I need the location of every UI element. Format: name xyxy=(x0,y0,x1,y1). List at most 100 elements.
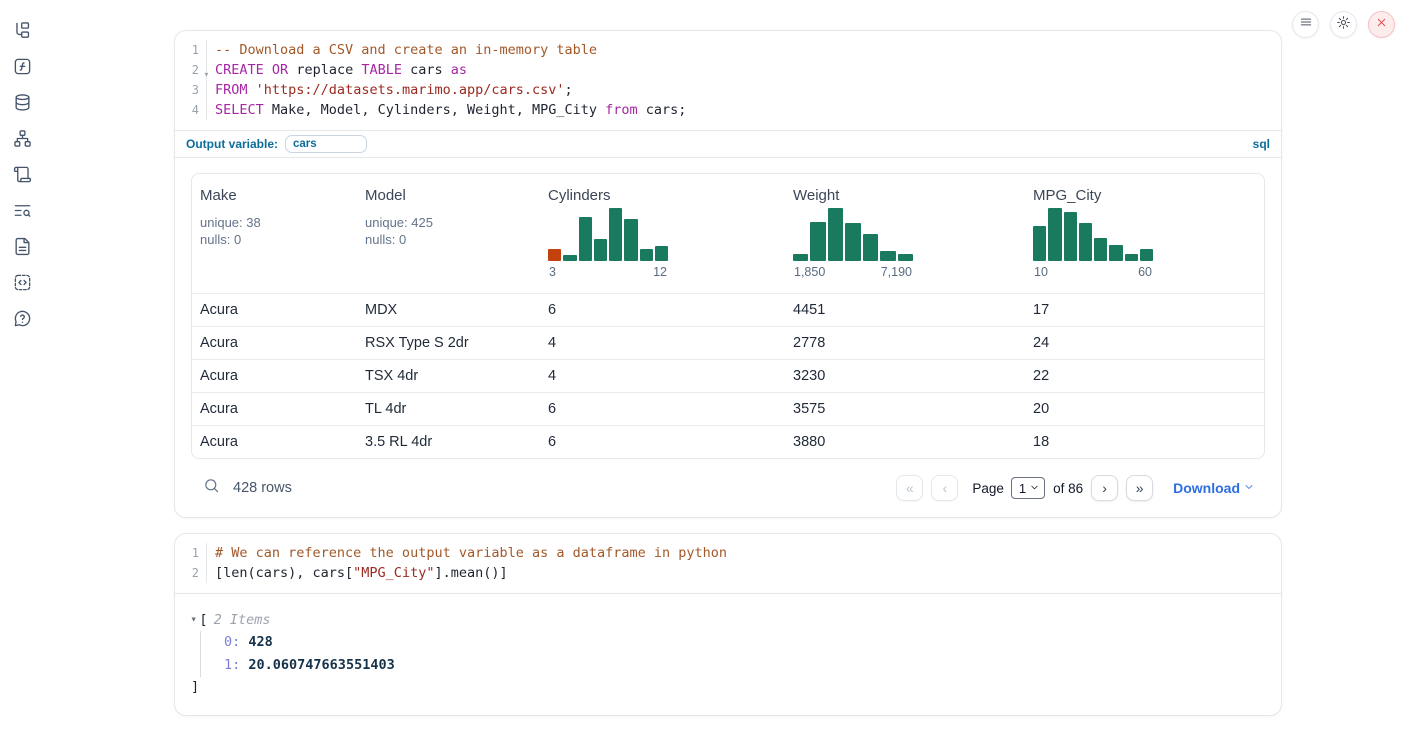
scroll-icon xyxy=(13,165,32,189)
download-button[interactable]: Download xyxy=(1173,480,1255,496)
table-row[interactable]: Acura3.5 RL 4dr6388018 xyxy=(192,425,1264,458)
column-header-weight: Weight 1,850 7,190 xyxy=(785,174,1025,293)
sidebar-item-datasources[interactable] xyxy=(11,94,33,116)
sidebar-item-variables[interactable] xyxy=(11,58,33,80)
sidebar-item-scratchpad[interactable] xyxy=(11,166,33,188)
prev-page-button[interactable]: ‹ xyxy=(931,475,958,501)
table-cell: Acura xyxy=(192,335,357,351)
language-badge[interactable]: sql xyxy=(1253,137,1270,151)
histogram-bar[interactable] xyxy=(563,255,576,261)
table-body: AcuraMDX6445117AcuraRSX Type S 2dr427782… xyxy=(192,293,1264,458)
next-page-button[interactable]: › xyxy=(1091,475,1118,501)
table-cell: Acura xyxy=(192,401,357,417)
histogram-bar[interactable] xyxy=(828,208,843,261)
line-number: 4 xyxy=(175,100,206,120)
column-histogram: 10 60 xyxy=(1033,208,1153,279)
histogram-bar[interactable] xyxy=(655,246,668,261)
sidebar-item-documentation[interactable] xyxy=(11,238,33,260)
histogram-bar[interactable] xyxy=(1079,223,1092,261)
histogram-bar[interactable] xyxy=(624,219,637,261)
table-row[interactable]: AcuraTSX 4dr4323022 xyxy=(192,359,1264,392)
histogram-bar[interactable] xyxy=(863,234,878,261)
histogram-bar[interactable] xyxy=(609,208,622,261)
histogram-bar[interactable] xyxy=(1109,245,1122,261)
column-label[interactable]: Cylinders xyxy=(548,187,781,204)
histogram-bar[interactable] xyxy=(594,239,607,261)
table-cell: Acura xyxy=(192,368,357,384)
menu-button[interactable] xyxy=(1292,11,1319,38)
table-row[interactable]: AcuraTL 4dr6357520 xyxy=(192,392,1264,425)
table-cell: 3880 xyxy=(785,434,1025,450)
table-cell: TL 4dr xyxy=(357,401,540,417)
axis-max-label: 7,190 xyxy=(881,265,912,279)
sql-code-editor[interactable]: 1-- Download a CSV and create an in-memo… xyxy=(175,31,1281,130)
table-cell: RSX Type S 2dr xyxy=(357,335,540,351)
sidebar-item-file-explorer[interactable] xyxy=(11,22,33,44)
histogram-bar[interactable] xyxy=(1125,254,1138,261)
table-cell: 17 xyxy=(1025,302,1264,318)
table-cell: 6 xyxy=(540,434,785,450)
histogram-bar[interactable] xyxy=(1064,212,1077,261)
column-histogram: 3 12 xyxy=(548,208,668,279)
histogram-bar[interactable] xyxy=(1094,238,1107,261)
code-text: -- Download a CSV and create an in-memor… xyxy=(207,40,597,60)
download-label: Download xyxy=(1173,480,1240,496)
column-label[interactable]: Weight xyxy=(793,187,1021,204)
tree-entry: 0: 428 xyxy=(201,631,1265,654)
last-page-button[interactable]: » xyxy=(1126,475,1153,501)
sidebar-item-dependency-graph[interactable] xyxy=(11,130,33,152)
line-number: 1 xyxy=(175,40,206,60)
column-stats: unique: 425nulls: 0 xyxy=(365,214,536,248)
sidebar-item-help[interactable] xyxy=(11,310,33,332)
histogram-bar[interactable] xyxy=(579,217,592,261)
code-line: 1# We can reference the output variable … xyxy=(175,543,1281,563)
gear-icon xyxy=(1336,15,1351,35)
search-button[interactable] xyxy=(203,477,220,499)
column-stats: unique: 38nulls: 0 xyxy=(200,214,353,248)
column-label[interactable]: MPG_City xyxy=(1033,187,1260,204)
chevron-down-icon xyxy=(1029,481,1040,496)
tree-entry-index: 0 xyxy=(224,634,232,650)
code-text: CREATE OR replace TABLE cars as xyxy=(207,60,467,80)
histogram-bar[interactable] xyxy=(548,249,561,261)
python-code-editor[interactable]: 1# We can reference the output variable … xyxy=(175,534,1281,593)
sidebar-item-logs[interactable] xyxy=(11,202,33,224)
file-text-icon xyxy=(13,237,32,261)
histogram-bar[interactable] xyxy=(793,254,808,261)
column-label[interactable]: Model xyxy=(365,187,536,204)
histogram-bar[interactable] xyxy=(810,222,825,261)
table-cell: 3575 xyxy=(785,401,1025,417)
sql-cell: 1-- Download a CSV and create an in-memo… xyxy=(174,30,1282,518)
sidebar-item-snippets[interactable] xyxy=(11,274,33,296)
histogram-bar[interactable] xyxy=(845,223,860,261)
table-row[interactable]: AcuraRSX Type S 2dr4277824 xyxy=(192,326,1264,359)
tree-items-count: 2 Items xyxy=(214,609,271,631)
histogram-bar[interactable] xyxy=(640,249,653,261)
table-cell: TSX 4dr xyxy=(357,368,540,384)
table-cell: 6 xyxy=(540,302,785,318)
collapse-chevron-icon[interactable]: ▼ xyxy=(192,611,196,629)
histogram-bar[interactable] xyxy=(880,251,895,261)
chevron-down-icon xyxy=(1243,480,1255,496)
line-number: 1 xyxy=(175,543,206,563)
histogram-bar[interactable] xyxy=(1048,208,1061,261)
code-line: 3FROM 'https://datasets.marimo.app/cars.… xyxy=(175,80,1281,100)
column-histogram: 1,850 7,190 xyxy=(793,208,913,279)
shutdown-button[interactable] xyxy=(1368,11,1395,38)
chevrons-right-icon: » xyxy=(1136,480,1144,496)
settings-button[interactable] xyxy=(1330,11,1357,38)
histogram-bar[interactable] xyxy=(1033,226,1046,261)
help-bubble-icon xyxy=(13,309,32,333)
table-row[interactable]: AcuraMDX6445117 xyxy=(192,293,1264,326)
histogram-bar[interactable] xyxy=(1140,249,1153,261)
page-select[interactable]: 1 xyxy=(1011,477,1045,499)
tree-entry: 1: 20.060747663551403 xyxy=(201,654,1265,677)
code-line: 2▼CREATE OR replace TABLE cars as xyxy=(175,60,1281,80)
data-table: Make unique: 38nulls: 0 Model unique: 425nu… xyxy=(191,173,1265,459)
page-label: Page xyxy=(972,481,1004,496)
column-label[interactable]: Make xyxy=(200,187,353,204)
first-page-button[interactable]: « xyxy=(896,475,923,501)
table-cell: 22 xyxy=(1025,368,1264,384)
output-variable-input[interactable] xyxy=(285,135,367,153)
histogram-bar[interactable] xyxy=(898,254,913,261)
